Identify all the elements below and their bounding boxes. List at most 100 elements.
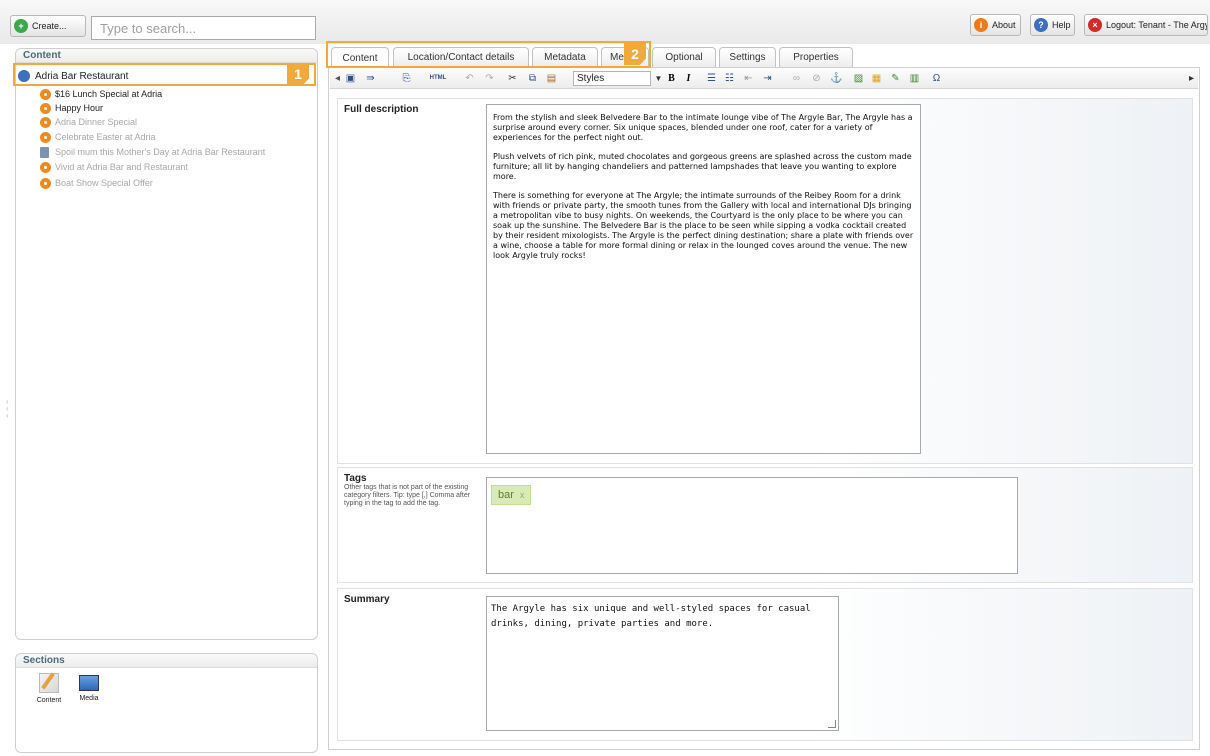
description-paragraph: From the stylish and sleek Belvedere Bar… xyxy=(493,113,913,142)
logout-button[interactable]: × Logout: Tenant - The Argyle xyxy=(1084,14,1208,36)
tags-section: Tags Other tags that is not part of the … xyxy=(337,467,1193,583)
top-bar: + Create... i About ? Help × Logout: Ten… xyxy=(0,0,1210,44)
tree-item[interactable]: Boat Show Special Offer xyxy=(40,176,153,190)
tree-item[interactable]: $16 Lunch Special at Adria xyxy=(40,87,162,101)
unpublished-node-icon xyxy=(40,116,51,128)
section-content[interactable]: Content xyxy=(32,672,66,704)
indent-icon[interactable]: ⇥ xyxy=(761,72,774,85)
tree-item[interactable]: Vivid at Adria Bar and Restaurant xyxy=(40,160,188,174)
html-source-button[interactable]: HTML xyxy=(428,72,448,85)
tags-label: Tags xyxy=(344,473,367,484)
tab-settings[interactable]: Settings xyxy=(719,47,776,67)
tab-properties[interactable]: Properties xyxy=(779,47,853,67)
insert-media-icon[interactable]: ▥ xyxy=(908,72,921,85)
editor-toolbar: ◂ ▣ ⇛ ⎘ HTML ↶ ↷ ✂ ⧉ ▤ Styles ▼ B I ☰ ☷ … xyxy=(330,68,1198,89)
document-icon xyxy=(40,146,49,158)
globe-icon xyxy=(18,70,30,82)
tags-input[interactable]: bar x xyxy=(486,477,1018,574)
toolbar-collapse-icon[interactable]: ◂ xyxy=(331,72,344,85)
styles-chevron-down-icon[interactable]: ▼ xyxy=(652,72,665,85)
full-description-label: Full description xyxy=(344,104,419,115)
sections-panel-title: Sections xyxy=(16,654,317,668)
styles-dropdown-label: Styles xyxy=(577,73,605,84)
media-icon xyxy=(79,675,99,691)
description-paragraph: There is something for everyone at The A… xyxy=(493,191,914,260)
section-content-label: Content xyxy=(36,697,62,704)
special-character-icon[interactable]: Ω xyxy=(930,72,943,85)
section-media-label: Media xyxy=(79,695,99,702)
summary-text: The Argyle has six unique and well-style… xyxy=(491,604,811,629)
tree-item[interactable]: Spoil mum this Mother's Day at Adria Bar… xyxy=(40,145,265,159)
tab-location-contact[interactable]: Location/Contact details xyxy=(393,47,529,67)
tree-item-label: Adria Dinner Special xyxy=(55,117,138,127)
tag-remove-icon[interactable]: x xyxy=(520,490,525,500)
content-edit-icon xyxy=(39,672,59,693)
about-button[interactable]: i About xyxy=(970,14,1021,36)
unpublished-node-icon xyxy=(40,131,51,143)
tree-item[interactable]: Adria Dinner Special xyxy=(40,115,137,129)
redo-icon[interactable]: ↷ xyxy=(483,72,496,85)
insert-form-icon[interactable]: ✎ xyxy=(889,72,902,85)
tree-item-label: Happy Hour xyxy=(55,103,104,113)
summary-label: Summary xyxy=(344,594,390,605)
insert-image-icon[interactable]: ▨ xyxy=(852,72,865,85)
italic-button[interactable]: I xyxy=(682,72,695,85)
logout-button-label: Logout: Tenant - The Argyle xyxy=(1106,20,1208,30)
unlink-icon[interactable]: ⊘ xyxy=(810,72,823,85)
anchor-icon[interactable]: ⚓ xyxy=(830,72,843,85)
summary-textarea[interactable]: The Argyle has six unique and well-style… xyxy=(486,596,839,731)
description-paragraph: Plush velvets of rich pink, muted chocol… xyxy=(493,152,912,181)
help-icon: ? xyxy=(1034,18,1048,32)
callout-badge-2: 2 xyxy=(624,43,646,65)
unpublished-node-icon xyxy=(40,177,51,189)
full-description-section: Full description From the stylish and sl… xyxy=(337,98,1193,464)
bullet-list-icon[interactable]: ☰ xyxy=(705,72,718,85)
tree-item-label: Spoil mum this Mother's Day at Adria Bar… xyxy=(55,147,266,157)
resize-grip-icon[interactable] xyxy=(828,720,836,728)
tree-item-label: Celebrate Easter at Adria xyxy=(55,132,156,142)
logout-icon: × xyxy=(1088,18,1102,32)
cut-icon[interactable]: ✂ xyxy=(506,72,519,85)
help-button-label: Help xyxy=(1052,20,1071,30)
undo-icon[interactable]: ↶ xyxy=(463,72,476,85)
tags-hint: Other tags that is not part of the exist… xyxy=(344,484,471,507)
published-node-icon xyxy=(40,102,51,114)
search-input[interactable] xyxy=(91,16,316,40)
about-icon: i xyxy=(974,18,988,32)
link-icon[interactable]: ∞ xyxy=(790,72,803,85)
help-button[interactable]: ? Help xyxy=(1030,14,1075,36)
unpublished-node-icon xyxy=(40,161,51,173)
callout-badge-1: 1 xyxy=(287,63,309,85)
create-button-label: Create... xyxy=(32,21,67,31)
tree-root-label: Adria Bar Restaurant xyxy=(35,70,129,82)
toolbar-expand-icon[interactable]: ▸ xyxy=(1185,72,1198,85)
preview-icon[interactable]: ⎘ xyxy=(400,72,413,85)
plus-icon: + xyxy=(14,19,28,33)
paste-icon[interactable]: ▤ xyxy=(545,72,558,85)
copy-icon[interactable]: ⧉ xyxy=(526,72,539,85)
published-node-icon xyxy=(40,88,51,100)
tree-item-label: Vivid at Adria Bar and Restaurant xyxy=(55,162,188,172)
section-media[interactable]: Media xyxy=(72,673,106,702)
tree-item[interactable]: Happy Hour xyxy=(40,101,103,115)
tag-chip-label: bar xyxy=(498,489,514,501)
splitter-grip[interactable]: ‹ ‹ ‹ xyxy=(6,398,12,420)
insert-macro-icon[interactable]: ▦ xyxy=(870,72,883,85)
content-panel-title: Content xyxy=(16,49,317,63)
save-publish-icon[interactable]: ⇛ xyxy=(364,72,377,85)
tab-metadata[interactable]: Metadata xyxy=(532,47,598,67)
numbered-list-icon[interactable]: ☷ xyxy=(723,72,736,85)
full-description-editor[interactable]: From the stylish and sleek Belvedere Bar… xyxy=(486,104,921,454)
bold-button[interactable]: B xyxy=(665,72,678,85)
tree-item[interactable]: Celebrate Easter at Adria xyxy=(40,130,156,144)
outdent-icon[interactable]: ⇤ xyxy=(742,72,755,85)
tab-content[interactable]: Content xyxy=(331,47,389,68)
tree-item-label: Boat Show Special Offer xyxy=(55,178,153,188)
create-button[interactable]: + Create... xyxy=(10,15,86,37)
tag-chip[interactable]: bar x xyxy=(491,485,532,505)
tab-optional[interactable]: Optional xyxy=(652,47,716,67)
summary-section: Summary The Argyle has six unique and we… xyxy=(337,588,1193,741)
tree-root-node[interactable]: Adria Bar Restaurant xyxy=(14,66,313,86)
save-icon[interactable]: ▣ xyxy=(344,72,357,85)
styles-dropdown[interactable]: Styles xyxy=(573,71,651,86)
